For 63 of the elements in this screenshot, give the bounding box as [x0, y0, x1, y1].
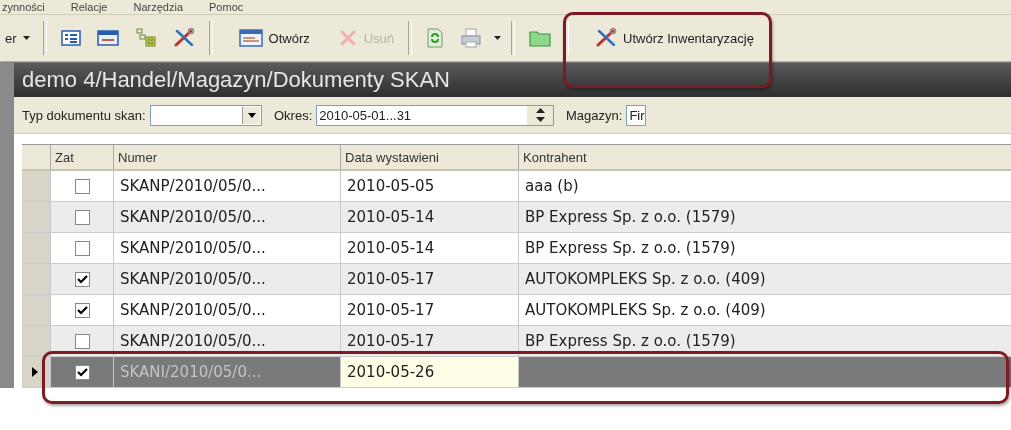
- tools-icon[interactable]: [172, 28, 195, 48]
- table-cell: BP Express Sp. z o.o. (1579): [518, 233, 1011, 263]
- table-row[interactable]: SKANP/2010/05/0... 2010-05-14 BP Express Sp. z o.o. (1579): [22, 233, 1011, 264]
- tools-icon: [595, 28, 618, 48]
- column-header[interactable]: Numer: [113, 145, 340, 169]
- warehouse-field[interactable]: Fir: [626, 104, 646, 126]
- table-cell: 2010-05-05: [340, 171, 518, 201]
- caret-icon[interactable]: [247, 112, 256, 118]
- menu-item[interactable]: Relacje: [70, 0, 108, 14]
- window-title: demo 4/Handel/Magazyn/Dokumenty SKAN: [22, 67, 450, 93]
- column-header[interactable]: Kontrahent: [518, 145, 1011, 169]
- column-header[interactable]: Data wystawieni: [340, 145, 518, 169]
- table-cell: 2010-05-26: [340, 357, 518, 387]
- toolbar-button[interactable]: Utwórz Inwentaryzację: [589, 24, 760, 52]
- table-cell: 2010-05-14: [340, 233, 518, 263]
- table-cell: AUTOKOMPLEKS Sp. z o.o. (409): [518, 295, 1011, 325]
- table-cell: BP Express Sp. z o.o. (1579): [518, 202, 1011, 232]
- toolbar-button[interactable]: Otwórz: [232, 24, 316, 52]
- view-menu-button[interactable]: er: [0, 27, 35, 49]
- table-row[interactable]: SKANP/2010/05/0... 2010-05-14 BP Express Sp. z o.o. (1579): [22, 202, 1011, 233]
- table-cell: 2010-05-17: [340, 295, 518, 325]
- column-header[interactable]: Zat: [50, 145, 113, 169]
- menu-item[interactable]: Pomoc: [209, 0, 244, 14]
- checkbox[interactable]: [74, 209, 90, 225]
- table-row[interactable]: SKANP/2010/05/0... 2010-05-17 AUTOKOMPLEKS Sp. z o.o. (409): [22, 264, 1011, 295]
- table-cell: SKANP/2010/05/0...: [113, 326, 340, 356]
- field-label: Okres:: [274, 107, 313, 123]
- menu-item[interactable]: Narzędzia: [133, 0, 183, 14]
- caret-icon: [22, 36, 30, 40]
- table-cell: SKANP/2010/05/0...: [113, 295, 340, 325]
- checkbox[interactable]: [74, 178, 90, 194]
- checkbox[interactable]: [74, 333, 90, 349]
- table-cell: 2010-05-17: [340, 264, 518, 294]
- table-cell: SKANP/2010/05/0...: [113, 264, 340, 294]
- dropdown-button[interactable]: [242, 106, 260, 124]
- checkbox[interactable]: [74, 302, 90, 318]
- table-cell: AUTOKOMPLEKS Sp. z o.o. (409): [518, 264, 1011, 294]
- table-cell: SKANP/2010/05/0...: [113, 202, 340, 232]
- caret-icon[interactable]: [494, 36, 502, 40]
- field-label: Magazyn:: [566, 107, 623, 123]
- table-cell: BP Express Sp. z o.o. (1579): [518, 326, 1011, 356]
- spin-arrows-icon[interactable]: [535, 108, 545, 122]
- refresh-icon[interactable]: [426, 28, 445, 48]
- table-row[interactable]: SKANP/2010/05/0... 2010-05-17 BP Express Sp. z o.o. (1579): [22, 326, 1011, 357]
- field-label: Typ dokumentu skan:: [22, 107, 146, 123]
- menu-item[interactable]: zynności: [2, 0, 45, 14]
- card-view-icon[interactable]: [96, 29, 119, 47]
- table-row[interactable]: SKANP/2010/05/0... 2010-05-17 AUTOKOMPLEKS Sp. z o.o. (409): [22, 295, 1011, 326]
- checkbox[interactable]: [74, 271, 90, 287]
- table-cell: 2010-05-14: [340, 202, 518, 232]
- list-view-icon[interactable]: [60, 29, 81, 47]
- dropdown-field[interactable]: [149, 104, 262, 126]
- table-row[interactable]: SKANP/2010/05/0... 2010-05-05 aaa (b): [22, 171, 1011, 202]
- table-cell: 2010-05-17: [340, 326, 518, 356]
- form-window-icon: [238, 28, 263, 48]
- table-row[interactable]: SKANI/2010/05/0... 2010-05-26: [22, 357, 1011, 388]
- table-cell: aaa (b): [518, 171, 1011, 201]
- table-cell: SKANP/2010/05/0...: [113, 171, 340, 201]
- table-cell: SKANP/2010/05/0...: [113, 233, 340, 263]
- checkbox[interactable]: [74, 364, 90, 380]
- date-range-field[interactable]: 2010-05-01...31: [316, 104, 554, 126]
- checkbox[interactable]: [74, 240, 90, 256]
- spin-button[interactable]: [527, 105, 553, 125]
